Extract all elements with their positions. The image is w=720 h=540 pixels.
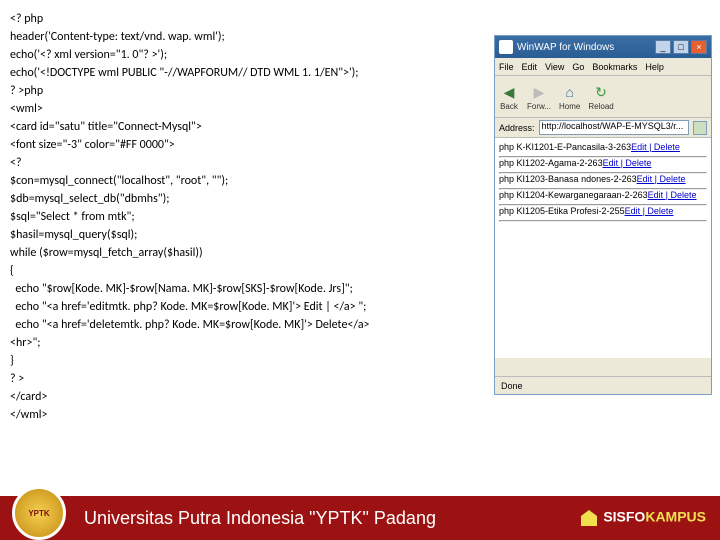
back-icon: ◀ [499, 82, 519, 102]
code-line: <hr>"; [10, 334, 490, 352]
address-input[interactable]: http://localhost/WAP-E-MYSQL3/r... [539, 120, 689, 135]
list-item: php KI1205-Etika Profesi-2-255Edit | Del… [499, 206, 707, 216]
status-text: Done [501, 381, 523, 391]
sisfo-text: SISFO [603, 509, 645, 525]
reload-button[interactable]: ↻ Reload [588, 82, 613, 111]
menu-file[interactable]: File [499, 62, 514, 72]
edit-delete-link[interactable]: Edit | Delete [603, 158, 652, 168]
forward-icon: ▶ [529, 82, 549, 102]
forward-label: Forw... [527, 102, 551, 111]
php-code-block: <? php header('Content-type: text/vnd. w… [10, 10, 490, 424]
reload-label: Reload [588, 102, 613, 111]
code-line: <wml> [10, 100, 490, 118]
item-text: php KI1203-Banasa ndones-2-263 [499, 174, 637, 184]
code-line: echo('<? xml version="1. 0"? >'); [10, 46, 490, 64]
code-line: $con=mysql_connect("localhost", "root", … [10, 172, 490, 190]
menu-edit[interactable]: Edit [522, 62, 538, 72]
list-item: php KI1202-Agama-2-263Edit | Delete [499, 158, 707, 168]
menu-go[interactable]: Go [572, 62, 584, 72]
close-button[interactable]: × [691, 40, 707, 54]
item-text: php KI1205-Etika Profesi-2-255 [499, 206, 625, 216]
back-button[interactable]: ◀ Back [499, 82, 519, 111]
address-row: Address: http://localhost/WAP-E-MYSQL3/r… [495, 118, 711, 138]
code-line: ? >php [10, 82, 490, 100]
list-item: php K-KI1201-E-Pancasila-3-263Edit | Del… [499, 142, 707, 152]
item-text: php KI1204-Kewarganegaraan-2-263 [499, 190, 648, 200]
winwap-window: WinWAP for Windows _ □ × File Edit View … [494, 35, 712, 395]
address-label: Address: [499, 123, 535, 133]
code-line: <font size="-3" color="#FF 0000"> [10, 136, 490, 154]
edit-delete-link[interactable]: Edit | Delete [631, 142, 680, 152]
home-icon: ⌂ [560, 82, 580, 102]
code-line: ? > [10, 370, 490, 388]
menu-help[interactable]: Help [645, 62, 664, 72]
home-label: Home [559, 102, 580, 111]
menubar: File Edit View Go Bookmarks Help [495, 58, 711, 76]
list-item: php KI1204-Kewarganegaraan-2-263Edit | D… [499, 190, 707, 200]
edit-delete-link[interactable]: Edit | Delete [648, 190, 697, 200]
code-line: echo "<a href='deletemtk. php? Kode. MK=… [10, 316, 490, 334]
toolbar: ◀ Back ▶ Forw... ⌂ Home ↻ Reload [495, 76, 711, 118]
code-line: echo('<!DOCTYPE wml PUBLIC "-//WAPFORUM/… [10, 64, 490, 82]
code-line: $hasil=mysql_query($sql); [10, 226, 490, 244]
item-text: php KI1202-Agama-2-263 [499, 158, 603, 168]
code-line: while ($row=mysql_fetch_array($hasil)) [10, 244, 490, 262]
code-line: <? [10, 154, 490, 172]
university-logo: YPTK [12, 486, 66, 540]
code-line: header('Content-type: text/vnd. wap. wml… [10, 28, 490, 46]
edit-delete-link[interactable]: Edit | Delete [625, 206, 674, 216]
browser-content: php K-KI1201-E-Pancasila-3-263Edit | Del… [495, 138, 711, 358]
titlebar[interactable]: WinWAP for Windows _ □ × [495, 36, 711, 58]
kampus-text: KAMPUS [645, 509, 706, 525]
code-line: $sql="Select * from mtk"; [10, 208, 490, 226]
code-line: <card id="satu" title="Connect-Mysql"> [10, 118, 490, 136]
sisfokampus-brand: SISFOKAMPUS [579, 508, 706, 528]
forward-button[interactable]: ▶ Forw... [527, 82, 551, 111]
footer-banner: YPTK Universitas Putra Indonesia "YPTK" … [0, 496, 720, 540]
menu-view[interactable]: View [545, 62, 564, 72]
code-line: echo "<a href='editmtk. php? Kode. MK=$r… [10, 298, 490, 316]
window-title: WinWAP for Windows [517, 42, 653, 53]
code-line: } [10, 352, 490, 370]
back-label: Back [500, 102, 518, 111]
code-line: <? php [10, 10, 490, 28]
edit-delete-link[interactable]: Edit | Delete [637, 174, 686, 184]
slide: <? php header('Content-type: text/vnd. w… [0, 0, 720, 540]
sisfo-icon [579, 508, 599, 528]
list-item: php KI1203-Banasa ndones-2-263Edit | Del… [499, 174, 707, 184]
code-line: echo "$row[Kode. MK]-$row[Nama. MK]-$row… [10, 280, 490, 298]
item-text: php K-KI1201-E-Pancasila-3-263 [499, 142, 631, 152]
statusbar: Done [495, 376, 711, 394]
app-icon [499, 40, 513, 54]
maximize-button[interactable]: □ [673, 40, 689, 54]
code-line: $db=mysql_select_db("dbmhs"); [10, 190, 490, 208]
code-line: { [10, 262, 490, 280]
code-line: </card> [10, 388, 490, 406]
home-button[interactable]: ⌂ Home [559, 82, 580, 111]
go-icon[interactable] [693, 121, 707, 135]
minimize-button[interactable]: _ [655, 40, 671, 54]
menu-bookmarks[interactable]: Bookmarks [592, 62, 637, 72]
university-name: Universitas Putra Indonesia "YPTK" Padan… [84, 508, 579, 529]
code-line: </wml> [10, 406, 490, 424]
reload-icon: ↻ [591, 82, 611, 102]
